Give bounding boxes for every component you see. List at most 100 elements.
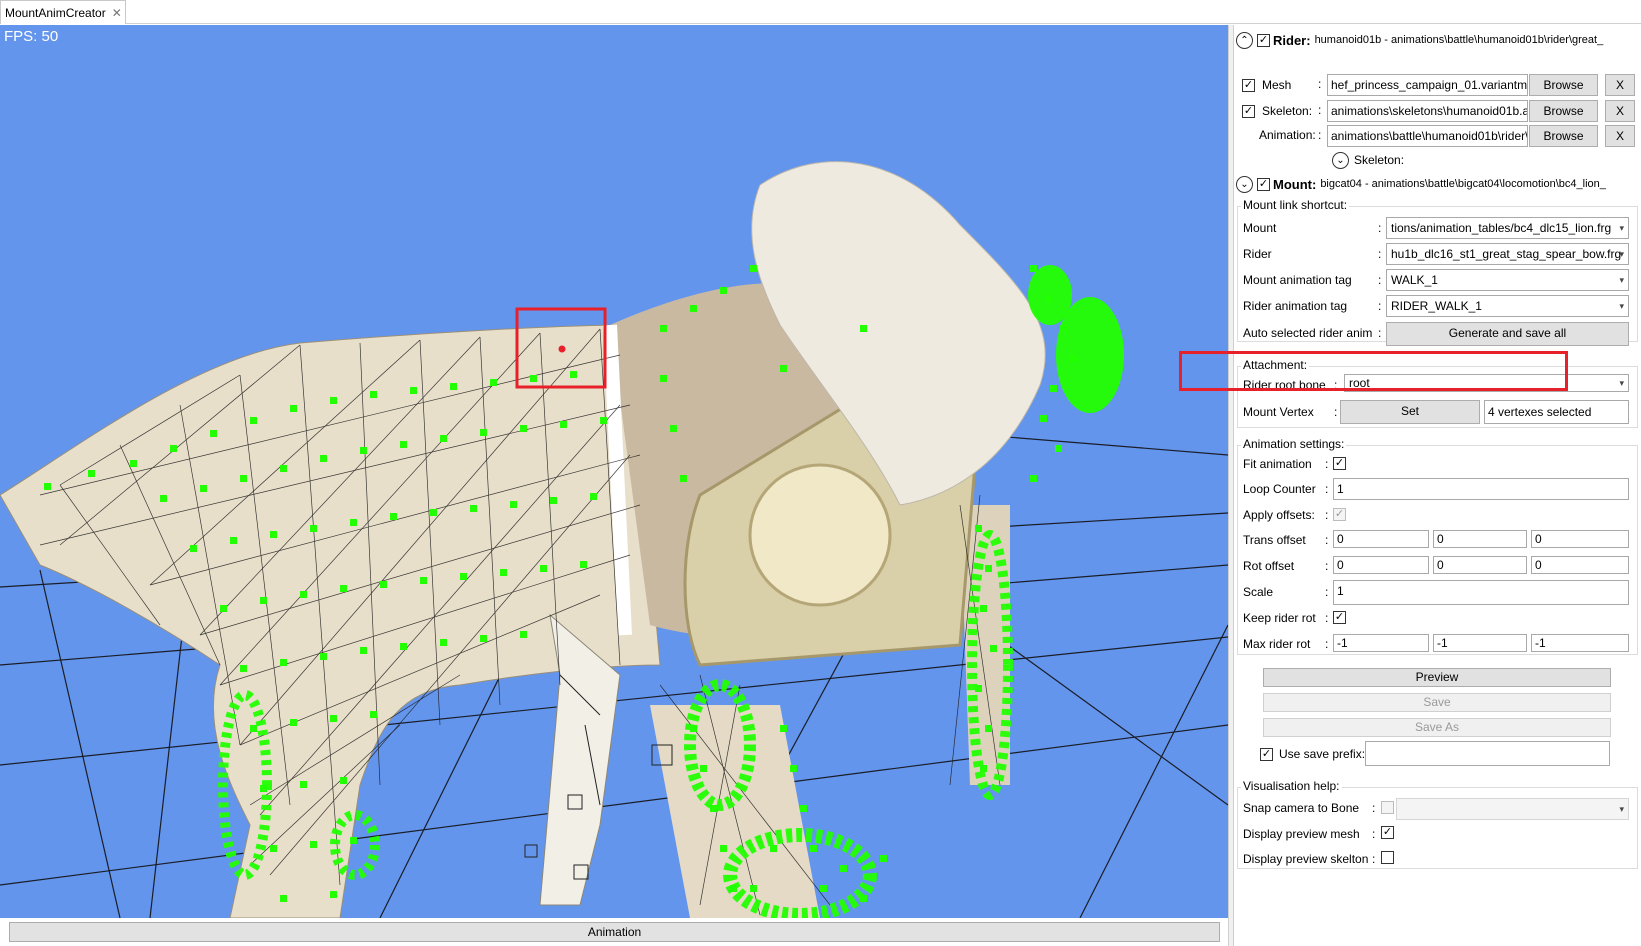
max-rider-rot-x-field[interactable]: -1 [1333,634,1429,652]
mount-header: ⌄ ✓ Mount: bigcat04 - animations\battle\… [1236,173,1606,195]
keep-rider-rot-label: Keep rider rot [1243,611,1316,625]
apply-offsets-label: Apply offsets: [1243,508,1315,522]
vertex-status-field: 4 vertexes selected [1484,400,1629,424]
collapse-down-icon[interactable]: ⌄ [1236,175,1253,193]
animation-expander[interactable]: Animation [9,922,1220,942]
document-tab-title: MountAnimCreator [5,5,106,20]
colon: : [1325,457,1329,471]
colon: : [1325,585,1329,599]
save-prefix-field[interactable] [1365,741,1610,766]
document-tab[interactable]: MountAnimCreator ✕ [0,0,126,24]
colon: : [1372,827,1376,841]
rider-skeleton-row: ✓ Skeleton: [1242,100,1312,122]
fps-counter: FPS: 50 [4,28,59,45]
snap-camera-checkbox [1381,801,1394,814]
chevron-down-icon: ▾ [1619,275,1624,285]
rider-header-text: humanoid01b - animations\battle\humanoid… [1314,34,1604,46]
colon: : [1378,299,1382,313]
animation-path-field[interactable]: animations\battle\humanoid01b\rider\grea… [1327,125,1528,147]
chevron-down-icon: ▾ [1619,804,1624,814]
close-icon[interactable]: ✕ [112,6,122,20]
expand-down-icon[interactable]: ⌄ [1332,151,1349,169]
colon: : [1378,247,1382,261]
link-mount-select[interactable]: tions/animation_tables/bc4_dlc15_lion.fr… [1386,217,1629,239]
rider-tag-select[interactable]: RIDER_WALK_1 ▾ [1386,295,1629,317]
collapse-up-icon[interactable]: ⌃ [1236,31,1253,49]
rot-offset-label: Rot offset [1243,559,1295,573]
auto-rider-anim-label: Auto selected rider anim [1243,326,1373,340]
mount-tag-select[interactable]: WALK_1 ▾ [1386,269,1629,291]
keep-rider-rot-checkbox[interactable]: ✓ [1333,611,1346,624]
scale-label: Scale [1243,585,1274,599]
colon: : [1378,273,1382,287]
colon: : [1325,559,1329,573]
mesh-clear-button[interactable]: X [1605,74,1635,96]
max-rider-rot-y-field[interactable]: -1 [1433,634,1527,652]
chevron-down-icon: ▾ [1619,249,1624,259]
rider-enabled-checkbox[interactable]: ✓ [1257,33,1270,47]
rider-skeleton-expander[interactable]: ⌄ Skeleton: [1332,149,1404,171]
colon: : [1325,611,1329,625]
rot-offset-z-field[interactable]: 0 [1531,556,1629,574]
rider-mesh-row: ✓ Mesh [1242,74,1291,96]
skeleton-label: Skeleton: [1262,104,1313,118]
chevron-down-icon: ▾ [1619,378,1624,388]
display-preview-mesh-checkbox[interactable]: ✓ [1381,826,1394,839]
display-preview-skeleton-checkbox[interactable] [1381,851,1394,864]
apply-offsets-checkbox: ✓ [1333,508,1346,521]
max-rider-rot-z-field[interactable]: -1 [1531,634,1629,652]
loop-counter-field[interactable]: 1 [1333,478,1629,500]
selected-vertex [558,345,566,353]
colon: : [1325,508,1329,522]
visualisation-title: Visualisation help: [1241,779,1342,793]
trans-offset-x-field[interactable]: 0 [1333,530,1429,548]
fit-animation-checkbox[interactable]: ✓ [1333,457,1346,470]
chevron-down-icon: ▾ [1619,223,1624,233]
rider-header-label: Rider: [1273,32,1311,48]
mount-enabled-checkbox[interactable]: ✓ [1257,177,1270,191]
scale-field[interactable]: 1 [1333,580,1629,605]
colon: : [1325,533,1329,547]
link-rider-select[interactable]: hu1b_dlc16_st1_great_stag_spear_bow.frg ▾ [1386,243,1629,265]
animation-clear-button[interactable]: X [1605,125,1635,147]
colon: : [1318,128,1322,142]
rot-offset-x-field[interactable]: 0 [1333,556,1429,574]
set-vertex-button[interactable]: Set [1340,400,1480,424]
skeleton-clear-button[interactable]: X [1605,100,1635,122]
colon: : [1372,852,1376,866]
mesh-browse-button[interactable]: Browse [1529,74,1598,96]
rot-offset-y-field[interactable]: 0 [1433,556,1527,574]
document-tab-strip: MountAnimCreator ✕ [0,0,1641,24]
mount-header-text: bigcat04 - animations\battle\bigcat04\lo… [1320,178,1606,190]
trans-offset-y-field[interactable]: 0 [1433,530,1527,548]
fit-animation-label: Fit animation [1243,457,1312,471]
generate-save-all-button[interactable]: Generate and save all [1386,322,1629,346]
colon: : [1372,801,1376,815]
snap-bone-select: ▾ [1396,798,1629,820]
colon: : [1325,637,1329,651]
trans-offset-z-field[interactable]: 0 [1531,530,1629,548]
skeleton-path-field[interactable]: animations\skeletons\humanoid01b.anim [1327,100,1528,122]
scene-viewport[interactable]: FPS: 50 [0,25,1228,918]
save-prefix-label: Use save prefix: [1279,747,1366,761]
save-prefix-checkbox[interactable]: ✓ [1260,747,1273,761]
animation-browse-button[interactable]: Browse [1529,125,1598,147]
colon: : [1378,326,1382,340]
rider-tag-label: Rider animation tag [1243,299,1348,313]
mesh-path-field[interactable]: hef_princess_campaign_01.variantmeshdefi… [1327,74,1528,96]
mesh-checkbox[interactable]: ✓ [1242,78,1255,92]
trans-offset-label: Trans offset [1243,533,1306,547]
scene-render [0,161,1228,918]
skeleton-browse-button[interactable]: Browse [1529,100,1598,122]
snap-camera-label: Snap camera to Bone [1243,801,1360,815]
display-preview-skeleton-label: Display preview skelton [1243,852,1369,866]
mount-link-title: Mount link shortcut: [1241,198,1350,212]
colon: : [1334,405,1338,419]
skeleton-checkbox[interactable]: ✓ [1242,104,1255,118]
loop-counter-label: Loop Counter [1243,482,1316,496]
properties-panel: ⌃ ✓ Rider: humanoid01b - animations\batt… [1234,25,1641,946]
preview-button[interactable]: Preview [1263,668,1611,687]
mount-vertex-label: Mount Vertex [1243,405,1314,419]
colon: : [1318,77,1322,91]
link-rider-label: Rider [1243,247,1272,261]
